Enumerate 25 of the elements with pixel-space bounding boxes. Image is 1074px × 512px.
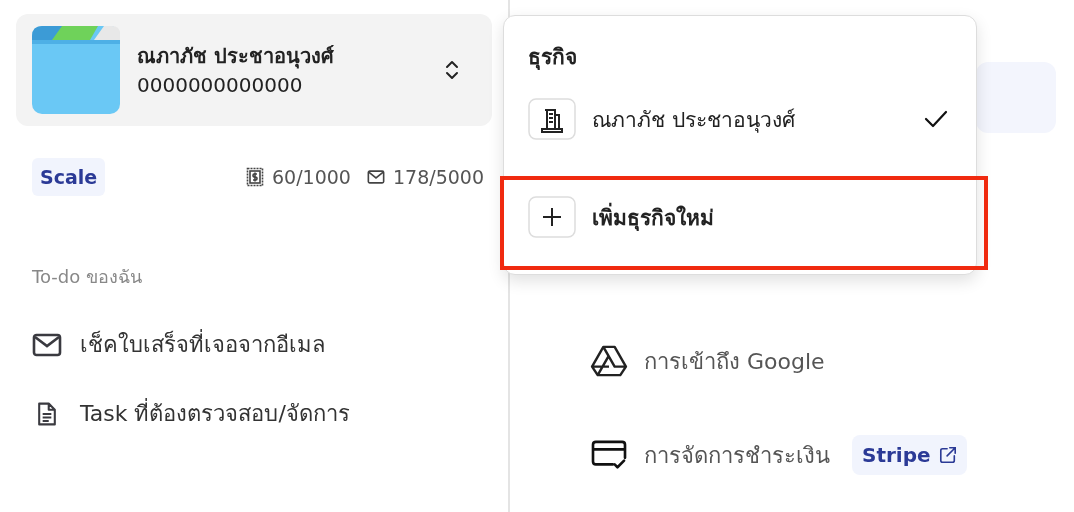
chevron-up-down-icon — [444, 58, 460, 82]
add-business-option[interactable]: เพิ่มธุรกิจใหม่ — [528, 193, 952, 241]
mail-icon — [32, 331, 62, 358]
menu-item[interactable]: การจัดการชำระเงิน — [644, 437, 830, 473]
menu-title: ธุรกิจ — [528, 44, 578, 72]
building-icon — [528, 98, 576, 140]
todo-link[interactable]: เช็คใบเสร็จที่เจอจากอีเมล — [80, 327, 325, 362]
menu-item[interactable]: การเข้าถึง Google — [644, 343, 825, 379]
email-count: 178/5000 — [392, 166, 484, 188]
stripe-link[interactable]: Stripe — [852, 435, 967, 475]
business-number: 0000000000000 — [137, 72, 304, 99]
todo-link[interactable]: Task ที่ต้องตรวจสอบ/จัดการ — [80, 396, 350, 431]
business-name: ณภาภัช ประชาอนุวงศ์ — [137, 43, 335, 71]
business-switcher[interactable]: ณภาภัช ประชาอนุวงศ์ 0000000000000 — [16, 14, 492, 126]
section-heading: To-do ของฉัน — [32, 265, 143, 289]
drive-icon — [590, 345, 628, 377]
receipt-icon — [246, 167, 265, 187]
external-link-icon — [938, 446, 957, 464]
plan-badge: Scale — [32, 158, 106, 196]
mail-icon — [366, 167, 385, 187]
receipt-count: 60/1000 — [272, 166, 351, 188]
check-icon — [924, 110, 948, 128]
business-option[interactable]: ณภาภัช ประชาอนุวงศ์ — [528, 95, 952, 143]
card-check-icon — [590, 439, 628, 471]
plus-icon — [528, 196, 576, 238]
